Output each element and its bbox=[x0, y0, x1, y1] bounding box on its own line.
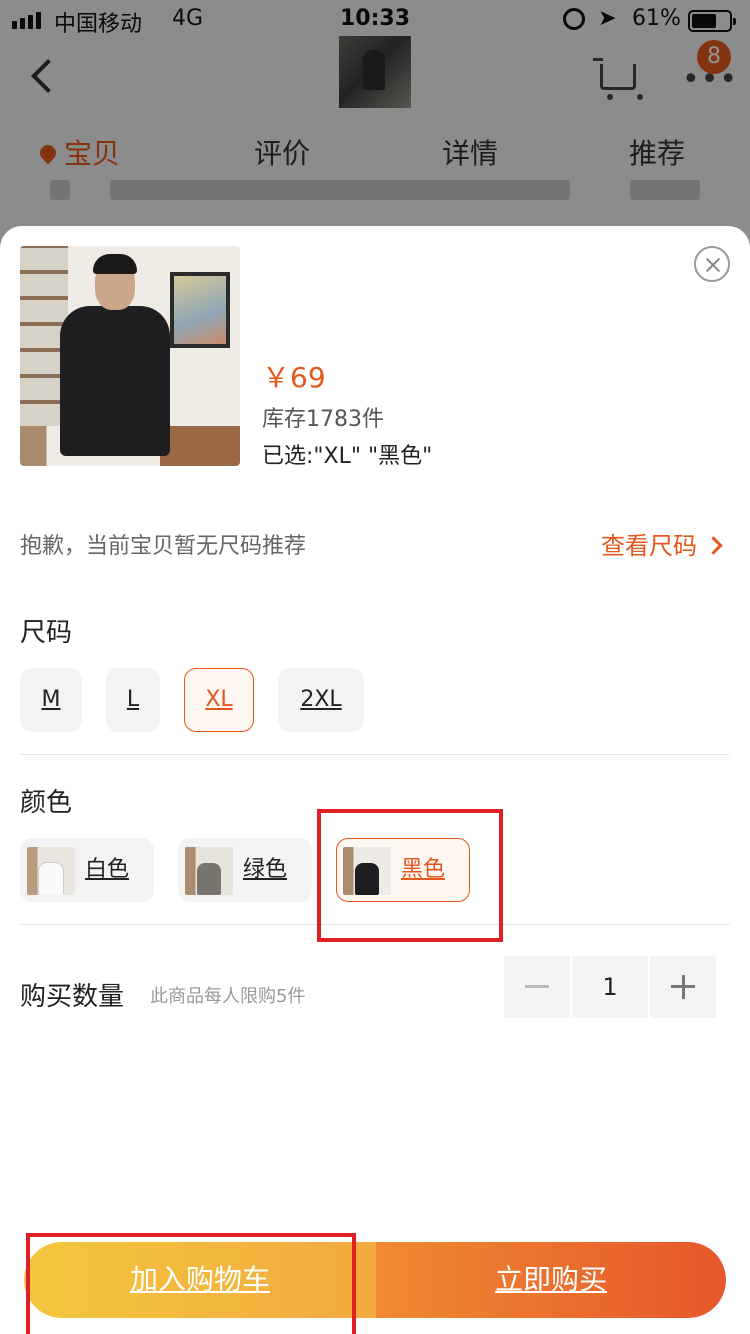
quantity-value[interactable]: 1 bbox=[572, 956, 648, 1018]
size-option-2xl[interactable]: 2XL bbox=[278, 668, 364, 732]
color-label: 绿色 bbox=[243, 857, 288, 882]
highlight-box-black-color bbox=[317, 809, 503, 942]
size-option-xl[interactable]: XL bbox=[184, 668, 254, 732]
color-label: 白色 bbox=[85, 857, 130, 882]
close-icon[interactable] bbox=[694, 246, 730, 282]
highlight-box-add-to-cart bbox=[26, 1233, 356, 1334]
buy-now-button[interactable]: 立即购买 bbox=[376, 1242, 726, 1318]
view-size-chart-link[interactable]: 查看尺码 bbox=[601, 526, 723, 561]
size-option-l[interactable]: L bbox=[106, 668, 160, 732]
chevron-right-icon bbox=[704, 536, 723, 555]
divider bbox=[20, 754, 730, 755]
quantity-label: 购买数量 bbox=[20, 982, 125, 1012]
size-recommend-tip: 抱歉，当前宝贝暂无尺码推荐 bbox=[20, 534, 307, 559]
quantity-stepper: 1 bbox=[504, 956, 716, 1018]
purchase-limit-note: 此商品每人限购5件 bbox=[150, 986, 306, 1007]
decrease-quantity-button[interactable] bbox=[504, 956, 570, 1018]
increase-quantity-button[interactable] bbox=[650, 956, 716, 1018]
size-option-m[interactable]: M bbox=[20, 668, 82, 732]
stock-count: 库存1783件 bbox=[262, 407, 384, 432]
size-section-title: 尺码 bbox=[20, 618, 73, 648]
size-link-label: 查看尺码 bbox=[601, 532, 697, 560]
color-swatch-green bbox=[185, 847, 233, 895]
color-option-green[interactable]: 绿色 bbox=[178, 838, 312, 902]
sku-selection-sheet: ￥69 库存1783件 已选:"XL" "黑色" 抱歉，当前宝贝暂无尺码推荐 查… bbox=[0, 226, 750, 1334]
modal-overlay[interactable] bbox=[0, 0, 750, 240]
product-price: ￥69 bbox=[262, 361, 326, 394]
product-image[interactable] bbox=[20, 246, 240, 466]
selected-spec: 已选:"XL" "黑色" bbox=[262, 444, 433, 469]
color-swatch-white bbox=[27, 847, 75, 895]
color-section-title: 颜色 bbox=[20, 788, 73, 818]
color-option-white[interactable]: 白色 bbox=[20, 838, 154, 902]
